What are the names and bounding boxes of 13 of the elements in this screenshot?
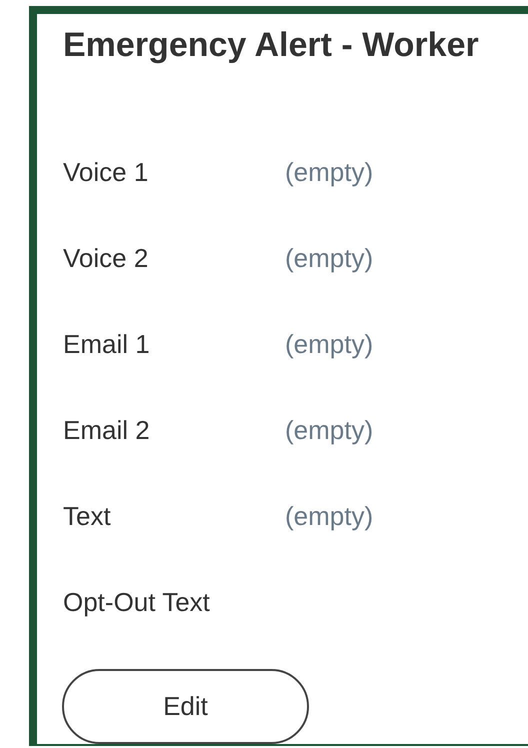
field-label: Text: [63, 500, 112, 532]
field-label: Email 2: [63, 414, 151, 446]
field-value: (empty): [285, 500, 374, 532]
field-value: (empty): [285, 414, 374, 446]
field-label: Voice 1: [63, 156, 150, 188]
field-value: (empty): [285, 156, 374, 188]
field-value: (empty): [285, 242, 374, 274]
field-value: (empty): [285, 328, 374, 360]
field-label: Voice 2: [63, 242, 150, 274]
field-label: Opt-Out Text: [63, 586, 211, 618]
field-label: Email 1: [63, 328, 151, 360]
edit-button[interactable]: Edit: [62, 669, 309, 744]
card-title: Emergency Alert - Worker: [63, 25, 479, 66]
